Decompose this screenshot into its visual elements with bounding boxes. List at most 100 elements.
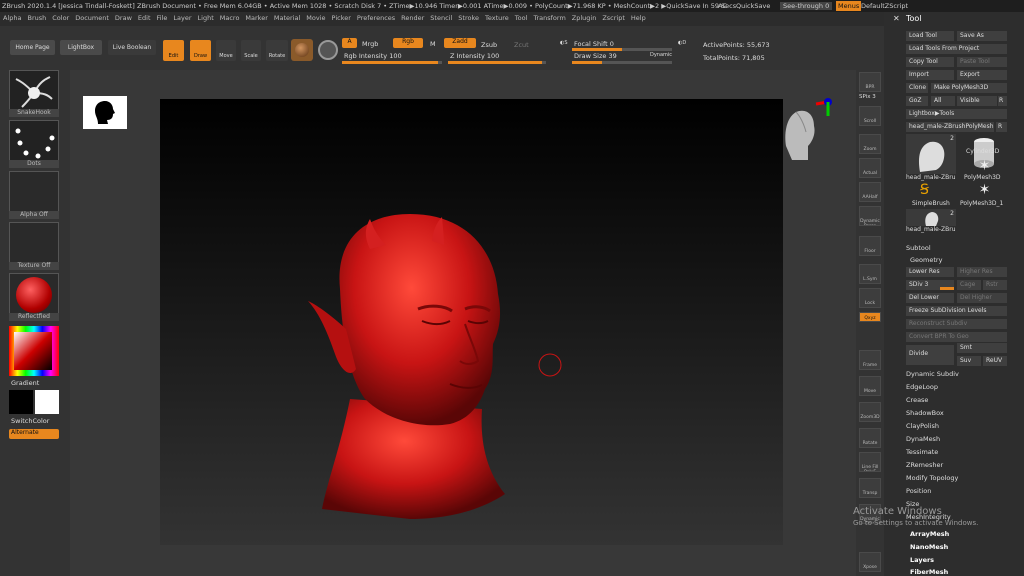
rgb-button[interactable]: Rgb xyxy=(393,38,423,48)
arraymesh-section[interactable]: ArrayMesh xyxy=(910,530,949,538)
polyf-button[interactable]: Line Fill PolyF xyxy=(859,452,881,472)
menu-item[interactable]: Draw xyxy=(112,12,135,24)
move-button[interactable]: Move xyxy=(216,40,236,61)
navigation-thumbnail[interactable] xyxy=(83,96,127,129)
stroke-mode-icon[interactable] xyxy=(318,40,338,60)
tool-thumb-head[interactable]: 2 xyxy=(906,134,956,174)
lsym-button[interactable]: L.Sym xyxy=(859,264,881,284)
main-color-swatch[interactable] xyxy=(9,390,33,414)
smt-button[interactable]: Smt xyxy=(957,343,1007,353)
zoom-button[interactable]: Zoom xyxy=(859,134,881,154)
current-tool-slider[interactable]: head_male-ZBrushPolyMesh xyxy=(906,122,994,132)
freeze-subdiv-button[interactable]: Freeze SubDivision Levels xyxy=(906,306,1007,316)
tool-thumb-head-2[interactable]: 2 xyxy=(906,209,956,226)
menu-item[interactable]: Marker xyxy=(242,12,270,24)
zsub-button[interactable]: Zsub xyxy=(481,41,497,49)
texture-thumbnail[interactable] xyxy=(9,222,59,264)
tessimate-section[interactable]: Tessimate xyxy=(906,448,938,456)
qxyz-button[interactable]: Qxyz xyxy=(859,312,881,322)
menus-toggle[interactable]: Menus xyxy=(836,1,862,11)
lightbox-button[interactable]: LightBox xyxy=(60,40,102,55)
a-button[interactable]: A xyxy=(342,38,357,48)
edit-button[interactable]: Edit xyxy=(163,40,184,61)
rotate-button[interactable]: Rotate xyxy=(859,428,881,448)
cage-button[interactable]: Cage xyxy=(957,280,981,290)
menu-item[interactable]: Zscript xyxy=(599,12,628,24)
menu-item[interactable]: Macro xyxy=(217,12,243,24)
stroke-thumbnail[interactable] xyxy=(9,120,59,162)
actual-button[interactable]: Actual xyxy=(859,158,881,178)
alpha-thumbnail[interactable] xyxy=(9,171,59,213)
geometry-header[interactable]: Geometry xyxy=(910,256,942,264)
material-thumbnail[interactable] xyxy=(9,273,59,315)
visible-button[interactable]: Visible xyxy=(957,96,997,106)
import-button[interactable]: Import xyxy=(906,70,954,80)
live-boolean-button[interactable]: Live Boolean xyxy=(108,40,156,55)
document-canvas[interactable] xyxy=(160,99,783,545)
current-tool-r-button[interactable]: R xyxy=(996,122,1007,132)
load-tool-button[interactable]: Load Tool xyxy=(906,31,954,41)
switch-color-button[interactable]: SwitchColor xyxy=(11,417,49,425)
lower-res-button[interactable]: Lower Res xyxy=(906,267,954,277)
menu-item[interactable]: Transform xyxy=(530,12,568,24)
zremesher-section[interactable]: ZRemesher xyxy=(906,461,943,469)
menu-item[interactable]: Picker xyxy=(329,12,354,24)
rotate-button[interactable]: Rotate xyxy=(266,40,288,61)
rstr-button[interactable]: Rstr xyxy=(983,280,1007,290)
secondary-color-swatch[interactable] xyxy=(35,390,59,414)
fibermesh-section[interactable]: FiberMesh xyxy=(910,568,948,576)
menu-item[interactable]: Tool xyxy=(512,12,531,24)
zcut-button[interactable]: Zcut xyxy=(514,41,529,49)
persp-button[interactable]: Dynamic Persp xyxy=(859,206,881,226)
scale-button[interactable]: Scale xyxy=(241,40,261,61)
material-sphere-icon[interactable] xyxy=(291,39,313,61)
menu-item[interactable]: Edit xyxy=(135,12,154,24)
menu-item[interactable]: Zplugin xyxy=(569,12,600,24)
aahalf-button[interactable]: AAHalf xyxy=(859,182,881,202)
menu-item[interactable]: Movie xyxy=(303,12,328,24)
menu-item[interactable]: Light xyxy=(195,12,217,24)
close-icon[interactable]: ✕ xyxy=(893,14,900,23)
dynamic-subdiv-section[interactable]: Dynamic Subdiv xyxy=(906,370,959,378)
draw-button[interactable]: Draw xyxy=(190,40,211,61)
ac-button[interactable]: AC xyxy=(718,2,727,10)
zoom3d-button[interactable]: Zoom3D xyxy=(859,402,881,422)
xpose-button[interactable]: Xpose xyxy=(859,552,881,572)
claypolish-section[interactable]: ClayPolish xyxy=(906,422,939,430)
mrgb-button[interactable]: Mrgb xyxy=(362,40,378,48)
default-zscript[interactable]: DefaultZScript xyxy=(861,2,908,10)
layers-section[interactable]: Layers xyxy=(910,556,934,564)
convert-bpr-button[interactable]: Convert BPR To Geo xyxy=(906,332,1007,342)
bpr-button[interactable]: BPR xyxy=(859,72,881,92)
menu-item[interactable]: Color xyxy=(49,12,72,24)
save-as-button[interactable]: Save As xyxy=(957,31,1007,41)
home-page-button[interactable]: Home Page xyxy=(10,40,55,55)
zadd-button[interactable]: Zadd xyxy=(444,38,476,48)
menu-item[interactable]: File xyxy=(154,12,171,24)
transp-button[interactable]: Transp xyxy=(859,478,881,498)
all-button[interactable]: All xyxy=(931,96,955,106)
menu-item[interactable]: Preferences xyxy=(354,12,398,24)
lightbox-tools-button[interactable]: Lightbox▶Tools xyxy=(906,109,1007,119)
see-through-slider[interactable]: See-through 0 xyxy=(780,2,833,10)
goz-button[interactable]: GoZ xyxy=(906,96,928,106)
copy-tool-button[interactable]: Copy Tool xyxy=(906,57,954,67)
make-polymesh-button[interactable]: Make PolyMesh3D xyxy=(931,83,1007,93)
spix-slider[interactable]: SPix 3 xyxy=(859,94,876,100)
z-intensity-slider[interactable] xyxy=(448,61,546,64)
divide-button[interactable]: Divide xyxy=(906,345,954,365)
r-button[interactable]: R xyxy=(998,96,1007,106)
rgb-intensity-slider[interactable] xyxy=(342,61,442,64)
move-button[interactable]: Move xyxy=(859,376,881,396)
load-from-project-button[interactable]: Load Tools From Project xyxy=(906,44,1007,54)
higher-res-button[interactable]: Higher Res xyxy=(957,267,1007,277)
lock-icon[interactable]: Lock xyxy=(859,288,881,308)
export-button[interactable]: Export xyxy=(957,70,1007,80)
menu-item[interactable]: Layer xyxy=(170,12,194,24)
m-button[interactable]: M xyxy=(430,40,436,48)
edgeloop-section[interactable]: EdgeLoop xyxy=(906,383,938,391)
reconstruct-subdiv-button[interactable]: Reconstruct Subdiv xyxy=(906,319,1007,329)
menu-item[interactable]: Help xyxy=(628,12,649,24)
alternate-button[interactable]: Alternate xyxy=(9,429,59,439)
del-lower-button[interactable]: Del Lower xyxy=(906,293,954,303)
